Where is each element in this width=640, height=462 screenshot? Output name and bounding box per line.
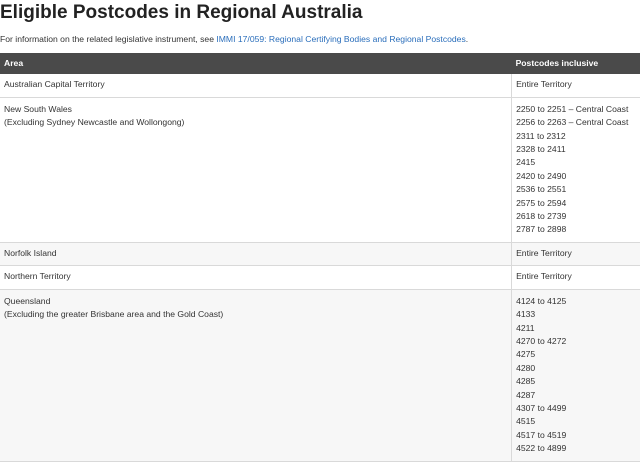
postcode-range: 4522 to 4899 — [516, 443, 567, 454]
postcode-range: 2250 to 2251 – Central Coast — [516, 103, 629, 114]
header-area: Area — [0, 53, 512, 75]
postcode-range: 4517 to 4519 — [516, 429, 567, 440]
area-cell: Queensland (Excluding the greater Brisba… — [0, 289, 513, 462]
area-note: (Excluding the greater Brisbane area and… — [4, 309, 224, 320]
postcode-range: 4270 to 4272 — [516, 335, 567, 346]
area-cell: New South Wales (Excluding Sydney Newcas… — [0, 97, 513, 243]
postcodes-cell: Entire Territory — [511, 242, 640, 267]
postcodes-cell: Entire Territory — [511, 265, 640, 290]
postcode-range: 4515 — [516, 416, 536, 427]
postcodes-cell: 4124 to 4125 4133 4211 4270 to 4272 4275… — [511, 289, 640, 462]
postcode-range: 2618 to 2739 — [516, 211, 567, 222]
area-name: Australian Capital Territory — [4, 79, 105, 90]
table-row: Australian Capital Territory Entire Terr… — [0, 74, 640, 98]
postcode-range: 4285 — [516, 376, 536, 387]
postcode-range: 2328 to 2411 — [516, 144, 566, 155]
table-row: Queensland (Excluding the greater Brisba… — [0, 289, 640, 462]
area-cell: Norfolk Island — [0, 242, 513, 267]
table-header-row: Area Postcodes inclusive — [0, 53, 640, 75]
intro-paragraph: For information on the related legislati… — [0, 33, 640, 45]
postcodes-cell: 2250 to 2251 – Central Coast 2256 to 226… — [511, 97, 640, 243]
page-title: Eligible Postcodes in Regional Australia — [0, 2, 363, 23]
postcode-range: 2311 to 2312 — [516, 130, 566, 141]
intro-text: For information on the related legislati… — [0, 34, 217, 44]
area-name: Queensland — [4, 295, 51, 306]
area-name: Norfolk Island — [4, 247, 57, 258]
postcode-range: 2256 to 2263 – Central Coast — [516, 117, 629, 128]
postcode-range: 2575 to 2594 — [516, 197, 567, 208]
postcode-range: 2536 to 2551 — [516, 184, 567, 195]
postcode-range: Entire Territory — [516, 247, 572, 258]
legislative-instrument-link[interactable]: IMMI 17/059: Regional Certifying Bodies … — [216, 34, 465, 44]
postcode-range: Entire Territory — [516, 271, 572, 282]
header-postcodes: Postcodes inclusive — [511, 53, 640, 75]
postcode-range: 4124 to 4125 — [516, 295, 567, 306]
postcode-range: 4307 to 4499 — [516, 402, 567, 413]
area-cell: Australian Capital Territory — [0, 74, 513, 98]
area-name: Northern Territory — [4, 271, 71, 282]
postcode-range: 4287 — [516, 389, 536, 400]
postcode-range: Entire Territory — [516, 79, 572, 90]
postcode-range: 4275 — [516, 349, 536, 360]
postcodes-cell: Entire Territory — [511, 74, 640, 98]
intro-suffix: . — [465, 34, 469, 44]
table-row: Northern Territory Entire Territory — [0, 265, 640, 290]
postcode-range: 4211 — [516, 322, 535, 333]
postcode-range: 4280 — [516, 362, 536, 373]
table-row: Norfolk Island Entire Territory — [0, 242, 640, 267]
table-row: New South Wales (Excluding Sydney Newcas… — [0, 97, 640, 243]
postcode-range: 2420 to 2490 — [516, 170, 567, 181]
area-name: New South Wales — [4, 103, 72, 114]
postcode-range: 2787 to 2898 — [516, 224, 567, 235]
postcode-range: 4133 — [516, 309, 536, 320]
area-note: (Excluding Sydney Newcastle and Wollongo… — [4, 117, 185, 128]
postcode-range: 2415 — [516, 157, 536, 168]
postcodes-table: Area Postcodes inclusive Australian Capi… — [0, 53, 640, 462]
area-cell: Northern Territory — [0, 265, 513, 290]
